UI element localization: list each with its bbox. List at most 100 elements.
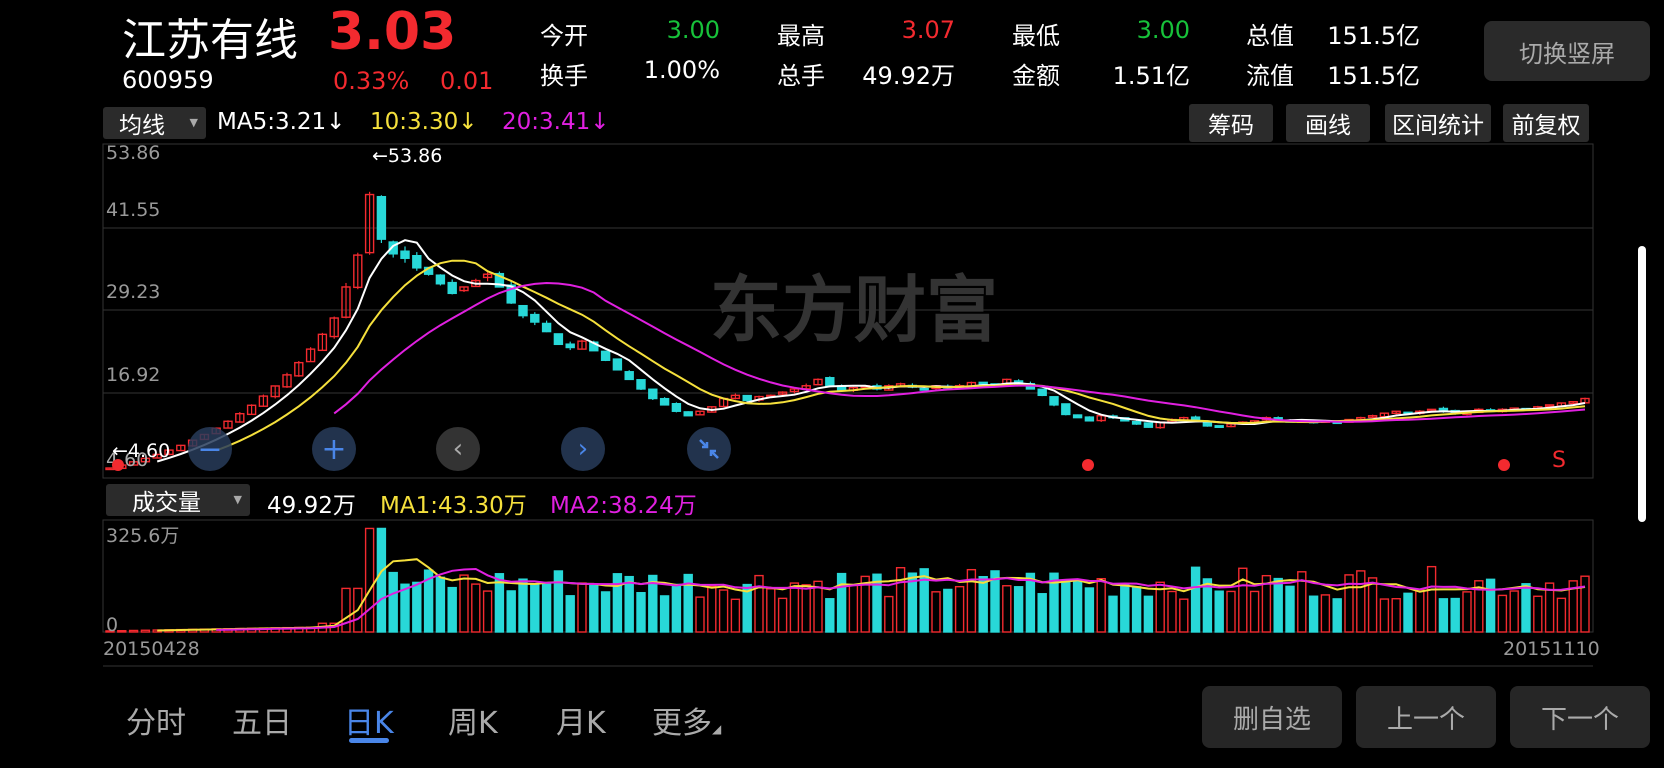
volume-bar — [695, 596, 705, 633]
volume-bar — [1214, 590, 1224, 633]
volume-bar — [553, 570, 564, 633]
volume-bar — [954, 585, 965, 633]
candle — [541, 322, 552, 333]
signal-dot[interactable] — [1498, 459, 1510, 471]
max-price-marker: ←53.86 — [372, 145, 443, 167]
volume-bar — [1025, 572, 1036, 633]
kline-chart[interactable]: 东方财富 — [0, 0, 1664, 768]
volume-bar — [1072, 579, 1083, 633]
volume-bar — [140, 629, 151, 633]
volume-bar — [1108, 595, 1118, 633]
candle — [518, 304, 528, 317]
volume-bar — [376, 527, 387, 633]
volume-bar — [1238, 567, 1248, 633]
volume-bar — [1167, 590, 1177, 633]
volume-bar — [388, 571, 398, 633]
tab-weekly-k[interactable]: 周K — [448, 698, 498, 742]
volume-bar — [836, 572, 847, 633]
signal-dot[interactable] — [1082, 459, 1094, 471]
volume-bar — [1533, 595, 1543, 633]
volume-bar — [884, 595, 894, 633]
scrollbar[interactable] — [1638, 246, 1646, 522]
volume-bar — [1415, 588, 1425, 633]
volume-bar — [895, 567, 906, 633]
volume-bar — [624, 575, 634, 633]
volume-ma1: MA1:43.30万 — [380, 493, 527, 519]
price-axis-label: 16.92 — [106, 364, 161, 386]
scroll-right-button[interactable]: › — [561, 427, 605, 471]
tab-daily-k[interactable]: 日K — [344, 698, 394, 742]
volume-bar — [943, 588, 953, 633]
remove-watchlist-button[interactable]: 删自选 — [1202, 686, 1342, 748]
volume-bar — [1037, 593, 1047, 633]
reset-zoom-button[interactable] — [687, 427, 731, 471]
volume-bar — [766, 588, 776, 633]
chevron-down-icon: ▼ — [233, 493, 242, 506]
date-start: 20150428 — [103, 638, 200, 660]
volume-ma2-line — [216, 567, 1586, 631]
volume-bar — [636, 592, 646, 633]
candle — [612, 358, 623, 371]
volume-bar — [825, 598, 835, 633]
volume-bar — [1497, 594, 1508, 633]
candle — [683, 411, 693, 417]
candle — [624, 371, 634, 381]
chevron-left-icon: ‹ — [452, 434, 464, 464]
volume-y-min: 0 — [106, 614, 119, 636]
volume-bar — [1580, 575, 1590, 633]
volume-bar — [1426, 565, 1437, 633]
tab-intraday[interactable]: 分时 — [126, 698, 186, 742]
volume-bar — [919, 568, 929, 633]
candle — [435, 274, 446, 285]
signal-dot[interactable] — [112, 459, 124, 471]
sell-signal[interactable]: S — [1552, 448, 1566, 473]
candle — [1143, 422, 1154, 428]
volume-bar — [1356, 570, 1366, 633]
volume-bar — [506, 590, 516, 633]
candle — [671, 403, 682, 412]
volume-bar — [1485, 578, 1496, 633]
volume-bar — [978, 576, 988, 633]
volume-bar — [1450, 597, 1460, 633]
volume-bar — [128, 629, 139, 633]
tab-more[interactable]: 更多◢ — [652, 698, 721, 742]
volume-bar — [482, 590, 493, 633]
volume-bar — [1131, 586, 1142, 633]
volume-indicator-dropdown[interactable]: 成交量 ▼ — [106, 484, 250, 516]
volume-bar — [931, 591, 941, 633]
volume-bar — [412, 581, 422, 633]
candle — [1061, 403, 1071, 416]
volume-bar — [600, 591, 611, 633]
next-button[interactable]: 下一个 — [1510, 686, 1650, 748]
volume-bar — [1462, 591, 1472, 633]
volume-bar — [518, 578, 528, 633]
scroll-left-button[interactable]: ‹ — [436, 427, 480, 471]
volume-indicator-label: 成交量 — [132, 490, 201, 516]
volume-bar — [459, 574, 469, 633]
volume-bar — [577, 582, 587, 633]
chevron-right-icon: › — [577, 434, 589, 464]
volume-bar — [1308, 595, 1319, 633]
compress-icon — [699, 439, 719, 459]
tab-monthly-k[interactable]: 月K — [556, 698, 606, 742]
date-end: 20151110 — [1503, 638, 1600, 660]
candle — [447, 281, 457, 295]
volume-bar — [364, 527, 375, 633]
volume-bar — [707, 585, 717, 633]
candle — [636, 379, 646, 390]
volume-bar — [671, 583, 682, 633]
volume-ma2: MA2:38.24万 — [550, 493, 697, 519]
tab-five-day[interactable]: 五日 — [232, 698, 292, 742]
volume-bar — [541, 583, 552, 633]
price-axis-label: 29.23 — [106, 281, 161, 303]
plus-icon: + — [321, 431, 347, 467]
volume-bar — [1438, 598, 1449, 633]
previous-button[interactable]: 上一个 — [1356, 686, 1496, 748]
candle — [400, 250, 410, 259]
candle — [1214, 425, 1224, 428]
volume-bar — [801, 584, 811, 633]
zoom-in-button[interactable]: + — [312, 427, 356, 471]
candle — [412, 254, 422, 269]
volume-bar — [718, 589, 729, 633]
zoom-out-button[interactable]: − — [188, 427, 232, 471]
